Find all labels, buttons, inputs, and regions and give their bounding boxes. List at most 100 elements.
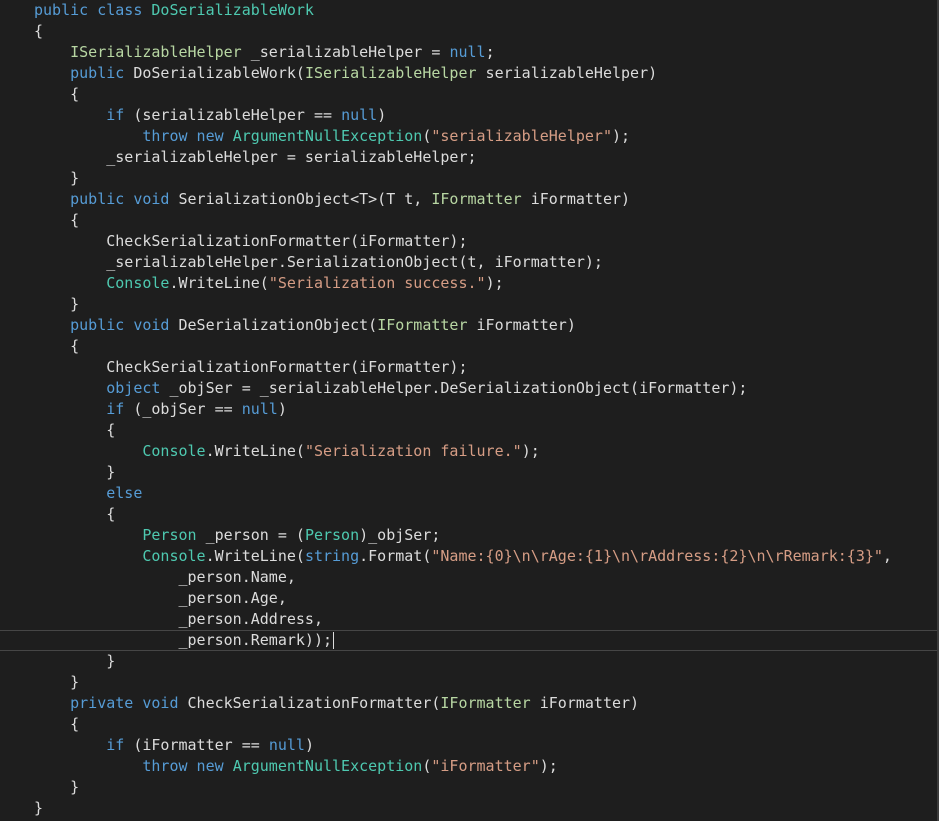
code-line[interactable]: } xyxy=(0,462,937,483)
code-token: iFormatter) xyxy=(467,316,576,334)
code-line[interactable]: ISerializableHelper _serializableHelper … xyxy=(0,42,937,63)
code-line[interactable]: public class DoSerializableWork xyxy=(0,0,937,21)
code-line[interactable]: Console.WriteLine("Serialization failure… xyxy=(0,441,937,462)
code-token: public xyxy=(70,64,134,82)
code-token: _serializableHelper.SerializationObject(… xyxy=(34,253,603,271)
code-line[interactable]: object _objSer = _serializableHelper.DeS… xyxy=(0,378,937,399)
code-token: { xyxy=(34,211,80,229)
code-line[interactable]: Console.WriteLine(string.Format("Name:{0… xyxy=(0,546,937,567)
code-line[interactable]: throw new ArgumentNullException("iFormat… xyxy=(0,756,937,777)
code-token: DoSerializableWork( xyxy=(133,64,305,82)
code-token: Console xyxy=(106,274,170,292)
code-token: { xyxy=(34,22,44,40)
code-line[interactable]: } xyxy=(0,798,937,819)
code-token: { xyxy=(34,505,116,523)
code-line[interactable]: { xyxy=(0,714,937,735)
code-line[interactable]: { xyxy=(0,210,937,231)
code-token: } xyxy=(34,295,80,313)
code-line[interactable]: public void SerializationObject<T>(T t, … xyxy=(0,189,937,210)
code-token: iFormatter) xyxy=(521,190,631,208)
code-token: Console xyxy=(142,442,206,460)
code-editor[interactable]: public class DoSerializableWork{ ISerial… xyxy=(0,0,939,821)
code-line[interactable]: if (serializableHelper == null) xyxy=(0,105,937,126)
code-line[interactable]: _serializableHelper.SerializationObject(… xyxy=(0,252,937,273)
code-token: IFormatter xyxy=(377,316,468,334)
code-line[interactable]: Person _person = (Person)_objSer; xyxy=(0,525,937,546)
code-token: if xyxy=(106,106,125,124)
code-line[interactable]: _person.Name, xyxy=(0,567,937,588)
code-token: throw new xyxy=(142,757,233,775)
code-token: object xyxy=(106,379,161,397)
code-line[interactable]: _person.Address, xyxy=(0,609,937,630)
code-line[interactable]: CheckSerializationFormatter(iFormatter); xyxy=(0,357,937,378)
code-token: ); xyxy=(485,274,504,292)
code-token: IFormatter xyxy=(440,694,531,712)
code-token: .Format( xyxy=(359,547,432,565)
code-token: (iFormatter == xyxy=(124,736,269,754)
code-token: _person.Remark)); xyxy=(34,631,333,649)
code-token: (_objSer == xyxy=(124,400,242,418)
code-token: CheckSerializationFormatter(iFormatter); xyxy=(34,232,468,250)
code-line[interactable]: throw new ArgumentNullException("seriali… xyxy=(0,126,937,147)
code-token: } xyxy=(34,673,80,691)
code-token: ) xyxy=(377,106,387,124)
code-token: .WriteLine( xyxy=(205,547,305,565)
code-token: if xyxy=(106,400,125,418)
code-token: IFormatter xyxy=(431,190,522,208)
code-token: "Serialization success." xyxy=(268,274,486,292)
code-line[interactable]: } xyxy=(0,651,937,672)
code-token: _person = ( xyxy=(196,526,305,544)
code-line[interactable]: _person.Age, xyxy=(0,588,937,609)
code-line[interactable]: else xyxy=(0,483,937,504)
code-token: null xyxy=(241,400,278,418)
code-token: } xyxy=(34,799,44,817)
text-caret xyxy=(333,632,335,649)
code-line[interactable]: _serializableHelper = serializableHelper… xyxy=(0,147,937,168)
code-line[interactable]: } xyxy=(0,777,937,798)
code-line[interactable]: public DoSerializableWork(ISerializableH… xyxy=(0,63,937,84)
code-token: Console xyxy=(142,547,206,565)
code-token: ); xyxy=(521,442,540,460)
code-token: _serializableHelper = serializableHelper… xyxy=(34,148,477,166)
code-token: _person.Address, xyxy=(34,610,323,628)
code-line[interactable]: { xyxy=(0,84,937,105)
code-token: private void xyxy=(70,694,188,712)
code-token: ISerializableHelper xyxy=(304,64,477,82)
code-line[interactable]: { xyxy=(0,420,937,441)
code-line-current[interactable]: _person.Remark)); xyxy=(0,630,937,651)
code-line[interactable]: { xyxy=(0,504,937,525)
code-token: .WriteLine( xyxy=(205,442,305,460)
code-token: null xyxy=(268,736,305,754)
code-line[interactable]: { xyxy=(0,336,937,357)
code-token: iFormatter) xyxy=(530,694,640,712)
code-line[interactable]: public void DeSerializationObject(IForma… xyxy=(0,315,937,336)
code-token: DoSerializableWork xyxy=(151,1,314,19)
code-line[interactable]: private void CheckSerializationFormatter… xyxy=(0,693,937,714)
code-line[interactable]: if (iFormatter == null) xyxy=(0,735,937,756)
code-token: { xyxy=(34,337,80,355)
code-token: else xyxy=(106,484,143,502)
code-token: _serializableHelper = xyxy=(241,43,450,61)
code-line[interactable]: Console.WriteLine("Serialization success… xyxy=(0,273,937,294)
code-token: if xyxy=(106,736,125,754)
code-token: _person.Age, xyxy=(34,589,287,607)
code-line[interactable]: } xyxy=(0,672,937,693)
code-line[interactable]: if (_objSer == null) xyxy=(0,399,937,420)
code-token: CheckSerializationFormatter(iFormatter); xyxy=(34,358,468,376)
code-line[interactable]: { xyxy=(0,21,937,42)
code-line[interactable]: } xyxy=(0,168,937,189)
code-line[interactable]: CheckSerializationFormatter(iFormatter); xyxy=(0,231,937,252)
code-line[interactable]: } xyxy=(0,294,937,315)
